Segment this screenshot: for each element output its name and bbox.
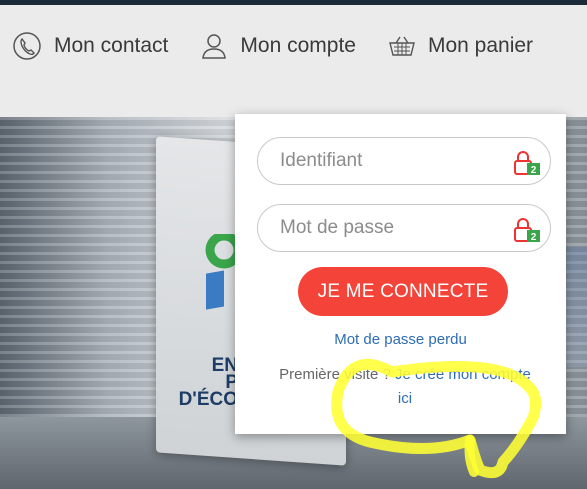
- lock-icon: 2: [514, 151, 540, 176]
- nav-basket[interactable]: Mon panier: [388, 34, 533, 58]
- lock-icon: 2: [514, 218, 540, 243]
- lock-badge-number: 2: [531, 232, 537, 243]
- top-header: Mon contact Mon compte Mon panier: [0, 0, 587, 117]
- basket-icon: [389, 36, 415, 56]
- user-icon: [202, 34, 227, 59]
- top-nav: Mon contact Mon compte Mon panier: [12, 31, 565, 61]
- lock-badge-number: 2: [531, 165, 537, 176]
- create-account-link[interactable]: Je crée mon compte ici: [395, 366, 531, 407]
- hero-card-line: D'ÉCO: [178, 389, 238, 410]
- connect-button[interactable]: JE ME CONNECTE: [298, 267, 508, 316]
- password-input[interactable]: [280, 217, 520, 239]
- nav-contact-label: Mon contact: [54, 34, 169, 57]
- login-popup: 2 2 JE ME CONNECTE Mot de passe perdu Pr…: [235, 114, 566, 434]
- first-visit-label: Première visite ?: [279, 366, 391, 383]
- first-visit-text: Première visite ? Je crée mon compte ici: [275, 363, 535, 411]
- nav-account-label: Mon compte: [240, 34, 356, 57]
- nav-contact[interactable]: Mon contact: [12, 31, 168, 61]
- forgot-password-link[interactable]: Mot de passe perdu: [235, 331, 566, 348]
- phone-icon: [13, 32, 41, 60]
- password-field[interactable]: 2: [257, 204, 551, 252]
- hero-card-text: EN P D'ÉCO: [158, 356, 238, 410]
- identifier-input[interactable]: [280, 150, 520, 172]
- identifier-field[interactable]: 2: [257, 137, 551, 185]
- nav-basket-label: Mon panier: [427, 34, 534, 57]
- nav-account[interactable]: Mon compte: [200, 32, 356, 60]
